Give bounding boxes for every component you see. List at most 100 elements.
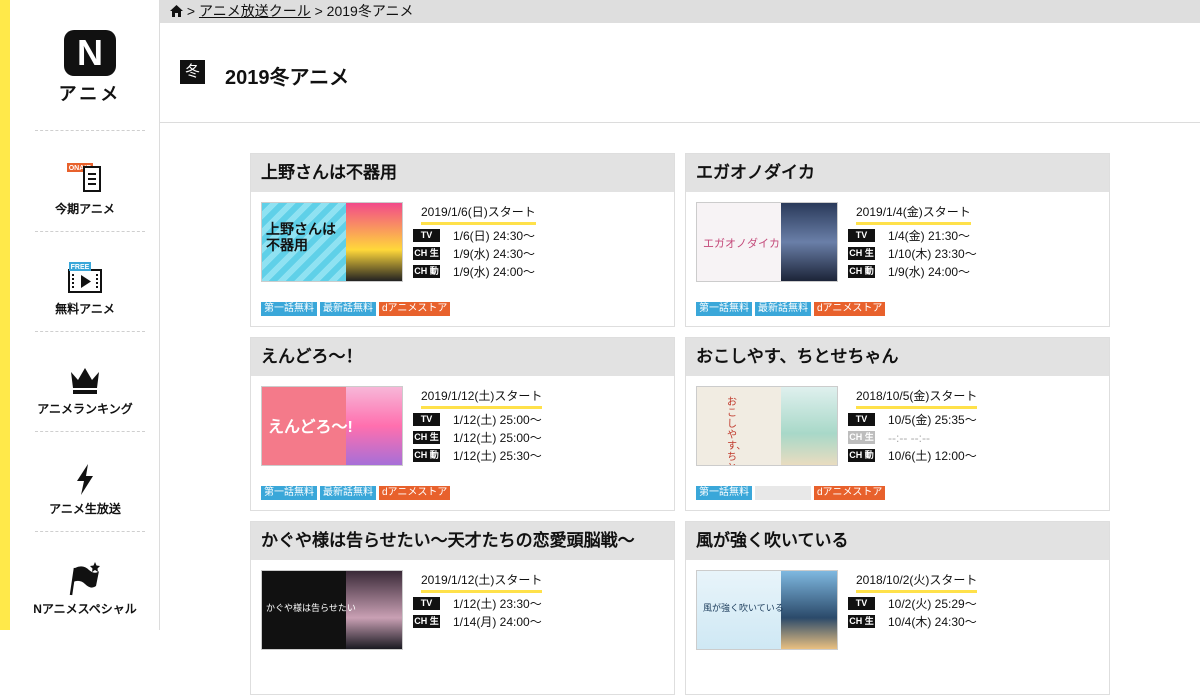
anime-card[interactable]: 上野さんは不器用 上野さんは不器用 2019/1/6(日)スタート TV 1/6(… (250, 153, 675, 327)
thumbnail-title: 上野さんは不器用 (266, 221, 336, 253)
anime-card[interactable]: 風が強く吹いている 風が強く吹いている 2018/10/2(火)スタート TV 1… (685, 521, 1110, 695)
tv-tag: TV (848, 229, 875, 243)
breadcrumb-current: 2019冬アニメ (326, 3, 414, 19)
free-film-icon: FREE (68, 262, 102, 293)
tv-tag: TV (413, 413, 440, 427)
ch-live-tag: CH 生 (413, 615, 440, 629)
store-badge[interactable]: dアニメストア (814, 486, 886, 500)
anime-thumbnail[interactable]: おこしやす、ちとせちゃん (696, 386, 838, 466)
nav-separator (35, 531, 145, 532)
schedule-ch-live: CH 生 1/12(土) 25:00～ (413, 430, 542, 445)
nav-separator (35, 231, 145, 232)
start-date: 2019/1/4(金)スタート (856, 203, 971, 225)
flag-icon (69, 562, 100, 596)
logo-text: アニメ (58, 84, 122, 104)
store-badge[interactable]: dアニメストア (814, 302, 886, 316)
ch-live-tag: CH 生 (848, 615, 875, 629)
anime-card[interactable]: おこしやす、ちとせちゃん おこしやす、ちとせちゃん 2018/10/5(金)スタ… (685, 337, 1110, 511)
ch-live-tag: CH 生 (413, 247, 440, 261)
ch-live-tag: CH 生 (413, 431, 440, 445)
ch-vod-tag: CH 動 (848, 265, 875, 279)
nav-separator (35, 130, 145, 131)
anime-card[interactable]: かぐや様は告らせたい～天才たちの恋愛頭脳戦～ かぐや様は告らせたい 2019/1… (250, 521, 675, 695)
badge-row: 第一話無料 最新話無料 dアニメストア (261, 486, 453, 500)
breadcrumb-separator: > (314, 3, 323, 19)
sidebar-item-current-anime[interactable]: ONAIR 今期アニメ (10, 140, 160, 240)
tv-tag: TV (413, 597, 440, 611)
badge-row: 第一話無料 最新話無料 dアニメストア (696, 302, 888, 316)
first-free-badge[interactable]: 第一話無料 (261, 486, 317, 500)
logo[interactable]: N アニメ (45, 30, 135, 106)
schedule-tv: TV 1/12(土) 23:30～ (413, 596, 542, 611)
anime-card[interactable]: エガオノダイカ エガオノダイカ 2019/1/4(金)スタート TV 1/4(金)… (685, 153, 1110, 327)
breadcrumb: > アニメ放送クール > 2019冬アニメ (160, 0, 1200, 23)
schedule-ch-live: CH 生 1/14(月) 24:00～ (413, 614, 542, 629)
tv-tag: TV (413, 229, 440, 243)
tv-tag: TV (848, 597, 875, 611)
sidebar-item-label: アニメ生放送 (49, 502, 121, 516)
schedule-ch-vod: CH 動 1/9(水) 24:00～ (848, 264, 971, 279)
logo-mark: N (64, 30, 116, 76)
sidebar-item-label: 今期アニメ (55, 202, 115, 216)
anime-title[interactable]: 風が強く吹いている (686, 522, 1109, 560)
page-title: 2019冬アニメ (225, 67, 350, 89)
schedule-ch-live: CH 生 1/9(水) 24:30～ (413, 246, 536, 261)
anime-title[interactable]: 上野さんは不器用 (251, 154, 674, 192)
anime-thumbnail[interactable]: えんどろ～! (261, 386, 403, 466)
onair-icon: ONAIR (67, 163, 101, 192)
latest-free-badge[interactable]: 最新話無料 (320, 302, 376, 316)
start-date: 2019/1/12(土)スタート (421, 571, 543, 593)
schedule-ch-live: CH 生 10/4(木) 24:30～ (848, 614, 977, 629)
lightning-icon (77, 464, 93, 495)
anime-thumbnail[interactable]: 上野さんは不器用 (261, 202, 403, 282)
first-free-badge[interactable]: 第一話無料 (696, 486, 752, 500)
tv-tag: TV (848, 413, 875, 427)
anime-card[interactable]: えんどろ〜！ えんどろ～! 2019/1/12(土)スタート TV 1/12(土)… (250, 337, 675, 511)
latest-free-badge[interactable]: 最新話無料 (320, 486, 376, 500)
page-header: 冬 2019冬アニメ (160, 23, 1200, 123)
empty-badge (755, 486, 811, 500)
sidebar-item-free-anime[interactable]: FREE 無料アニメ (10, 240, 160, 340)
anime-title[interactable]: エガオノダイカ (686, 154, 1109, 192)
schedule-ch-live: CH 生 --:-- --:-- (848, 430, 930, 445)
anime-thumbnail[interactable]: エガオノダイカ (696, 202, 838, 282)
anime-thumbnail[interactable]: かぐや様は告らせたい (261, 570, 403, 650)
ch-vod-tag: CH 動 (848, 449, 875, 463)
anime-title[interactable]: かぐや様は告らせたい～天才たちの恋愛頭脳戦～ (251, 522, 674, 560)
breadcrumb-separator: > (186, 3, 196, 19)
anime-title[interactable]: おこしやす、ちとせちゃん (686, 338, 1109, 376)
first-free-badge[interactable]: 第一話無料 (261, 302, 317, 316)
svg-text:FREE: FREE (71, 264, 90, 271)
badge-row: 第一話無料 最新話無料 dアニメストア (261, 302, 453, 316)
home-icon[interactable] (170, 5, 183, 17)
schedule-tv: TV 1/6(日) 24:30～ (413, 228, 535, 243)
thumbnail-title: エガオノダイカ (703, 238, 780, 250)
schedule-ch-live: CH 生 1/10(木) 23:30～ (848, 246, 977, 261)
schedule-ch-vod: CH 動 10/6(土) 12:00～ (848, 448, 977, 463)
anime-thumbnail[interactable]: 風が強く吹いている (696, 570, 838, 650)
schedule-tv: TV 1/12(土) 25:00～ (413, 412, 542, 427)
thumbnail-title: かぐや様は告らせたい (266, 603, 356, 613)
store-badge[interactable]: dアニメストア (379, 302, 451, 316)
sidebar-item-ranking[interactable]: アニメランキング (10, 340, 160, 440)
latest-free-badge[interactable]: 最新話無料 (755, 302, 811, 316)
schedule-tv: TV 10/2(火) 25:29～ (848, 596, 977, 611)
nav-separator (35, 431, 145, 432)
sidebar-item-label: 無料アニメ (55, 302, 115, 316)
first-free-badge[interactable]: 第一話無料 (696, 302, 752, 316)
schedule-ch-vod: CH 動 1/9(水) 24:00～ (413, 264, 536, 279)
anime-title[interactable]: えんどろ〜！ (251, 338, 674, 376)
sidebar: N アニメ ONAIR 今期アニメ FREE 無料アニメ アニメランキング アニ… (10, 0, 160, 630)
sidebar-item-special[interactable]: Nアニメスペシャル (10, 540, 160, 640)
ch-live-tag: CH 生 (848, 247, 875, 261)
start-date: 2018/10/2(火)スタート (856, 571, 978, 593)
thumbnail-title: 風が強く吹いている (703, 603, 784, 613)
sidebar-item-live[interactable]: アニメ生放送 (10, 440, 160, 540)
store-badge[interactable]: dアニメストア (379, 486, 451, 500)
crown-icon (71, 368, 99, 394)
start-date: 2019/1/12(土)スタート (421, 387, 543, 409)
breadcrumb-link-parent[interactable]: アニメ放送クール (199, 3, 311, 19)
schedule-tv: TV 1/4(金) 21:30～ (848, 228, 970, 243)
start-date: 2018/10/5(金)スタート (856, 387, 978, 409)
thumbnail-title: おこしやす、ちとせちゃん (727, 397, 747, 465)
